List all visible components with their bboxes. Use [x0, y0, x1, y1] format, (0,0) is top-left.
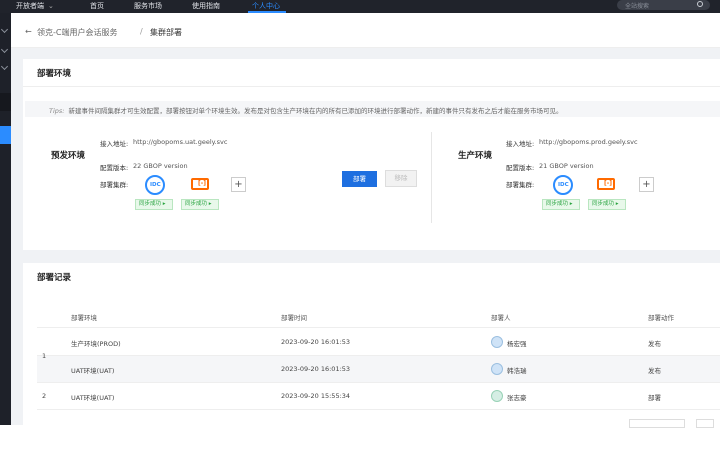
cell-user: 韩浩瑞 — [507, 367, 527, 375]
cell-action: 发布 — [648, 367, 661, 375]
cell-time: 2023-09-20 16:01:53 — [281, 338, 351, 346]
breadcrumb-current: 集群部署 — [150, 28, 182, 37]
sync-status-badge[interactable]: 同步成功 ▸ — [135, 199, 173, 210]
aliyun-cluster-icon[interactable]: [-] — [191, 178, 209, 190]
avatar — [491, 336, 503, 348]
sidebar — [0, 13, 11, 425]
column-header: 部署环境 — [71, 314, 97, 322]
table-row: 生产环境(PROD) 2023-09-20 16:01:53 杨宏强 发布 — [37, 329, 720, 356]
nav-personal-center[interactable]: 个人中心 — [252, 1, 280, 11]
version-value: 22 GBOP version — [133, 162, 188, 170]
pagination-button[interactable] — [696, 419, 714, 428]
nav-user-guide[interactable]: 使用指南 — [192, 1, 220, 11]
cell-user: 张志豪 — [507, 394, 527, 402]
tips-label: Tips: — [49, 107, 65, 115]
chevron-down-icon[interactable] — [0, 62, 9, 71]
chevron-down-icon[interactable] — [0, 45, 9, 54]
idc-cluster-icon[interactable]: IDC — [553, 175, 573, 195]
cell-env: 生产环境(PROD) — [71, 340, 121, 348]
deploy-records-title: 部署记录 — [37, 273, 72, 283]
avatar — [491, 390, 503, 402]
search-input[interactable]: 全站搜索 — [617, 0, 710, 10]
cluster-label: 部署集群: — [506, 181, 535, 189]
cell-env: UAT环境(UAT) — [71, 394, 115, 402]
idc-cluster-icon[interactable]: IDC — [145, 175, 165, 195]
top-nav: 开放者端 ⌄ 首页 服务市场 使用指南 个人中心 全站搜索 — [0, 0, 720, 13]
access-value: http://gbopoms.prod.geely.svc — [539, 138, 638, 146]
sidebar-item[interactable] — [0, 93, 11, 111]
avatar — [491, 363, 503, 375]
column-header: 部署人 — [491, 314, 511, 322]
sync-status-badge[interactable]: 同步成功 ▸ — [542, 199, 580, 210]
developer-menu[interactable]: 开放者端 ⌄ — [16, 1, 54, 11]
version-label: 配置版本: — [506, 164, 535, 172]
tips-banner: Tips: 新建事件间隔集群才可生效配置，部署按钮对单个环境生效。发布是对包含生产… — [25, 101, 720, 117]
sync-status-badge[interactable]: 同步成功 ▸ — [588, 199, 626, 210]
chevron-down-icon[interactable] — [0, 25, 9, 34]
access-value: http://gbopoms.uat.geely.svc — [133, 138, 228, 146]
cell-action: 发布 — [648, 340, 661, 348]
add-cluster-button[interactable]: + — [231, 177, 246, 192]
env-name: 生产环境 — [458, 151, 493, 161]
chevron-down-icon: ⌄ — [48, 2, 54, 10]
add-cluster-button[interactable]: + — [639, 177, 654, 192]
search-icon[interactable] — [697, 1, 703, 7]
nav-service-market[interactable]: 服务市场 — [134, 1, 162, 11]
access-label: 接入地址: — [506, 140, 535, 148]
remove-button[interactable]: 移除 — [385, 170, 417, 187]
deploy-env-title: 部署环境 — [37, 69, 72, 79]
group-number: 1 — [42, 352, 47, 360]
breadcrumb-separator: / — [140, 27, 143, 36]
breadcrumb-root[interactable]: 领克-C端用户会话服务 — [37, 27, 117, 38]
deploy-button[interactable]: 部署 — [342, 171, 377, 187]
sync-status-badge[interactable]: 同步成功 ▸ — [181, 199, 219, 210]
version-label: 配置版本: — [100, 164, 129, 172]
back-arrow-icon[interactable]: ← — [25, 27, 32, 36]
table-row: UAT环境(UAT) 2023-09-20 15:55:34 张志豪 部署 — [37, 383, 720, 410]
env-divider — [431, 132, 432, 223]
cell-env: UAT环境(UAT) — [71, 367, 115, 375]
sidebar-item-active[interactable] — [0, 126, 11, 144]
cluster-label: 部署集群: — [100, 181, 129, 189]
version-value: 21 GBOP version — [539, 162, 594, 170]
breadcrumb: ← 领克-C端用户会话服务 / 集群部署 — [11, 13, 720, 48]
cell-user: 杨宏强 — [507, 340, 527, 348]
aliyun-cluster-icon[interactable]: [-] — [597, 178, 615, 190]
cell-time: 2023-09-20 15:55:34 — [281, 392, 351, 400]
access-label: 接入地址: — [100, 140, 129, 148]
group-number: 2 — [42, 392, 47, 400]
column-header: 部署动作 — [648, 314, 674, 322]
nav-home[interactable]: 首页 — [90, 1, 104, 11]
records-table-header: 部署环境 部署时间 部署人 部署动作 — [37, 303, 720, 328]
tips-text: 新建事件间隔集群才可生效配置，部署按钮对单个环境生效。发布是对包含生产环境在内的… — [68, 107, 563, 115]
divider — [23, 86, 720, 87]
table-row: UAT环境(UAT) 2023-09-20 16:01:53 韩浩瑞 发布 — [37, 356, 720, 383]
cell-action: 部署 — [648, 394, 661, 402]
env-name: 预发环境 — [51, 151, 86, 161]
cell-time: 2023-09-20 16:01:53 — [281, 365, 351, 373]
column-header: 部署时间 — [281, 314, 307, 322]
page-size-select[interactable] — [629, 419, 685, 428]
env-panel-production: 生产环境 接入地址: http://gbopoms.prod.geely.svc… — [445, 132, 715, 222]
